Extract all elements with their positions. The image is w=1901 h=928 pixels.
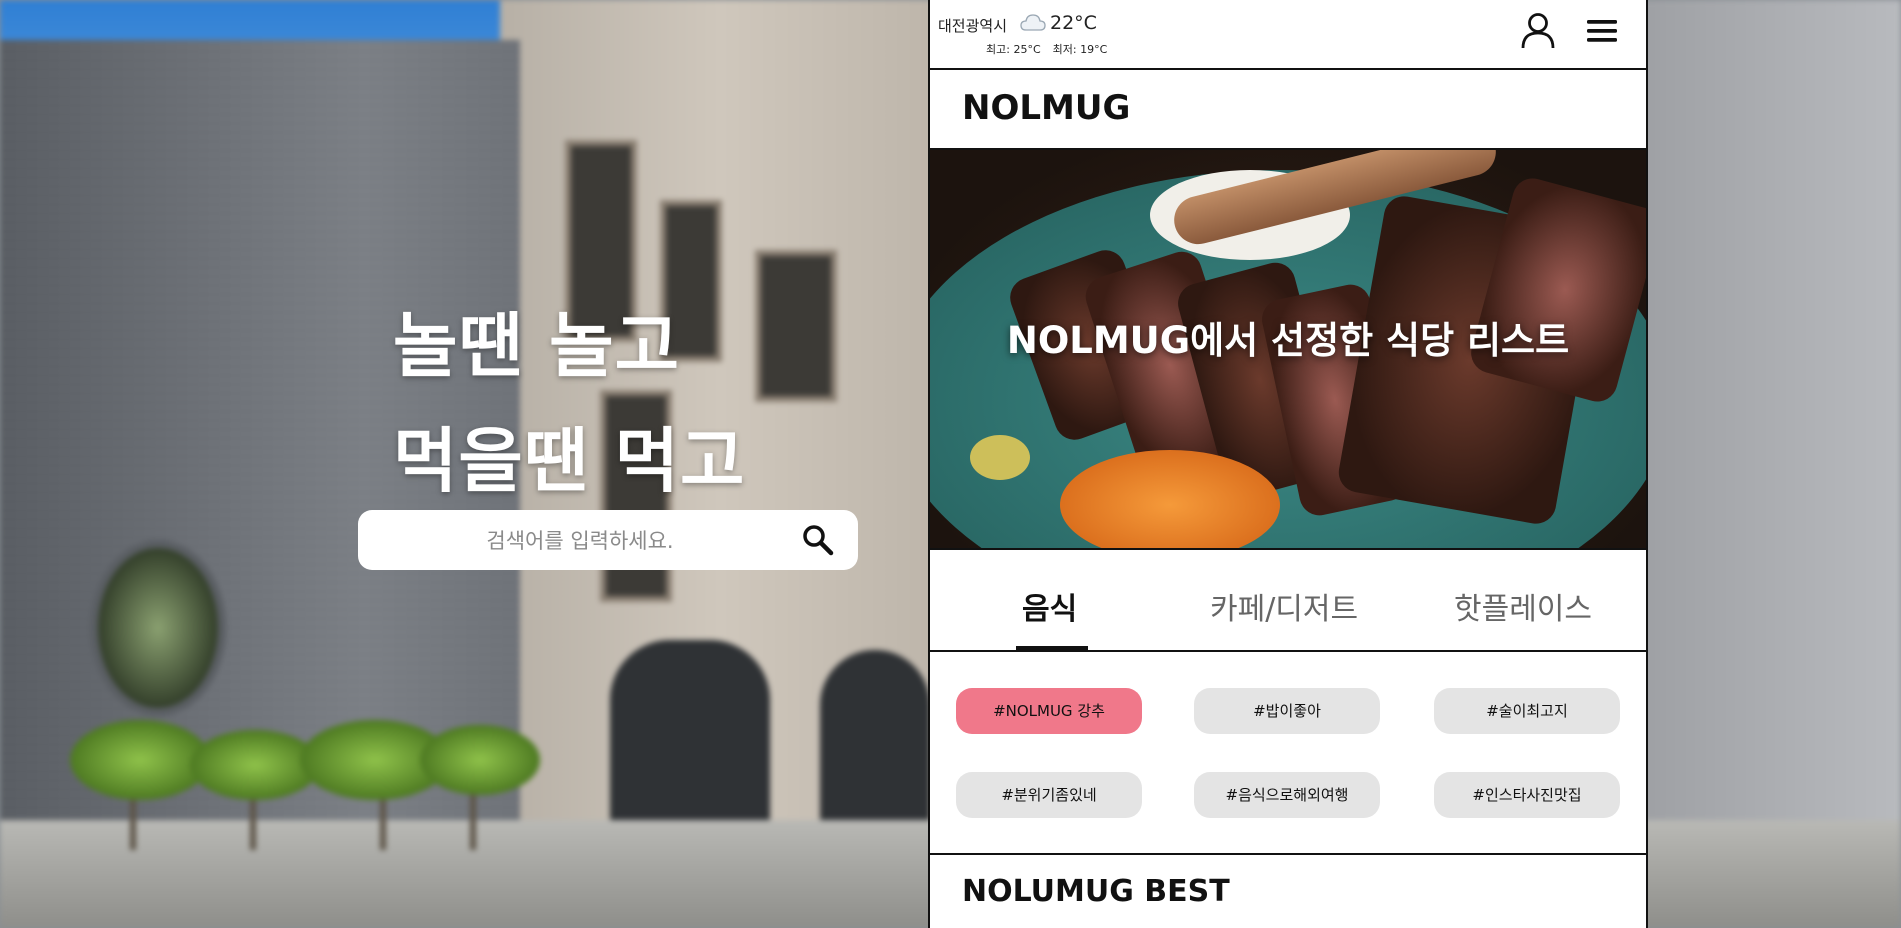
user-icon[interactable] xyxy=(1520,12,1556,50)
tab-cafe-dessert[interactable]: 카페/디저트 xyxy=(1210,584,1358,628)
hero-banner[interactable]: NOLMUG에서 선정한 식당 리스트 xyxy=(930,150,1646,550)
tag-drinks-best[interactable]: #술이최고지 xyxy=(1434,688,1620,734)
weather-city: 대전광역시 xyxy=(938,17,1008,35)
hamburger-menu-icon[interactable] xyxy=(1586,18,1618,44)
search-bar xyxy=(358,510,858,572)
tag-nolmug-recommend[interactable]: #NOLMUG 강추 xyxy=(956,688,1142,734)
cloud-icon xyxy=(1020,14,1046,31)
active-tab-underline xyxy=(1016,646,1088,650)
weather-low: 최저: 19°C xyxy=(1052,43,1108,56)
tag-love-rice[interactable]: #밥이좋아 xyxy=(1194,688,1380,734)
section-divider xyxy=(930,853,1646,855)
search-input[interactable] xyxy=(378,510,782,572)
tag-food-travel[interactable]: #음식으로해외여행 xyxy=(1194,772,1380,818)
hero-headline-line1: 놀땐 놀고 xyxy=(393,305,680,387)
best-section-title: NOLUMUG BEST xyxy=(962,874,1230,909)
weather-high: 최고: 25°C xyxy=(986,43,1041,56)
brand-row: NOLMUG xyxy=(930,70,1646,150)
top-bar: 대전광역시 22°C 최고: 25°C 최저: 19°C xyxy=(930,0,1646,70)
tab-food[interactable]: 음식 xyxy=(1022,584,1077,628)
weather-high-low: 최고: 25°C 최저: 19°C xyxy=(986,41,1119,57)
search-button[interactable] xyxy=(798,520,838,560)
search-icon xyxy=(803,525,834,556)
mobile-panel: 대전광역시 22°C 최고: 25°C 최저: 19°C NOLMUG NOLM… xyxy=(928,0,1648,928)
weather-temperature: 22°C xyxy=(1050,12,1097,34)
tag-nice-mood[interactable]: #분위기좀있네 xyxy=(956,772,1142,818)
hero-headline-line2: 먹을땐 먹고 xyxy=(393,420,746,502)
brand-logo[interactable]: NOLMUG xyxy=(962,88,1130,128)
category-tabs: 음식 카페/디저트 핫플레이스 xyxy=(930,550,1646,652)
tag-insta-photo[interactable]: #인스타사진맛집 xyxy=(1434,772,1620,818)
banner-title: NOLMUG에서 선정한 식당 리스트 xyxy=(1006,319,1570,362)
tab-hot-place[interactable]: 핫플레이스 xyxy=(1454,584,1592,628)
